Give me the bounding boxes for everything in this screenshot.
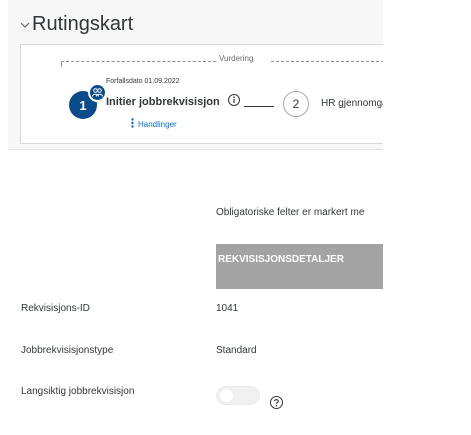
phase-bracket-line xyxy=(61,61,216,62)
step-connector xyxy=(244,106,274,107)
vertical-dots-icon xyxy=(131,118,134,131)
people-icon xyxy=(88,83,107,102)
step-1-title[interactable]: Initier jobbrekvisisjon xyxy=(106,96,220,108)
requisition-id-value: 1041 xyxy=(216,303,239,314)
actions-label: Handlinger xyxy=(138,120,177,129)
route-map-section-toggle[interactable]: Rutingskart xyxy=(20,13,133,36)
long-term-requisition-label: Langsiktig jobbrekvisisjon xyxy=(21,386,135,397)
step-1-due-date: Forfallsdato 01.09.2022 xyxy=(106,78,180,85)
page-content: Rutingskart Vurdering 1 Forfallsdato 01.… xyxy=(0,0,383,435)
long-term-toggle[interactable] xyxy=(216,386,260,405)
route-map-card: Vurdering 1 Forfallsdato 01.09.2022 Init… xyxy=(20,44,383,144)
info-icon[interactable] xyxy=(227,93,241,107)
requisition-id-label: Rekvisisjons-ID xyxy=(21,303,90,314)
requisition-details-header: REKVISISJONSDETALJER xyxy=(216,244,383,289)
requisition-type-value[interactable]: Standard xyxy=(216,345,257,356)
help-icon[interactable] xyxy=(269,395,284,410)
step-2-circle[interactable]: 2 xyxy=(283,91,309,117)
chevron-down-icon xyxy=(20,18,30,32)
group-header-label: REKVISISJONSDETALJER xyxy=(218,254,344,265)
phase-bracket-line xyxy=(271,61,383,62)
route-map-panel: Rutingskart Vurdering 1 Forfallsdato 01.… xyxy=(8,0,383,150)
section-title: Rutingskart xyxy=(32,13,134,35)
toggle-knob xyxy=(220,389,233,402)
requisition-type-label: Jobbrekvisisjonstype xyxy=(21,345,114,356)
step-number: 1 xyxy=(79,97,87,113)
step-2-title[interactable]: HR gjennomgar xyxy=(321,98,383,109)
phase-label: Vurdering xyxy=(219,54,254,63)
step-number: 2 xyxy=(292,97,300,111)
required-fields-note: Obligatoriske felter er markert me xyxy=(216,207,365,218)
actions-button[interactable]: Handlinger xyxy=(131,118,177,131)
